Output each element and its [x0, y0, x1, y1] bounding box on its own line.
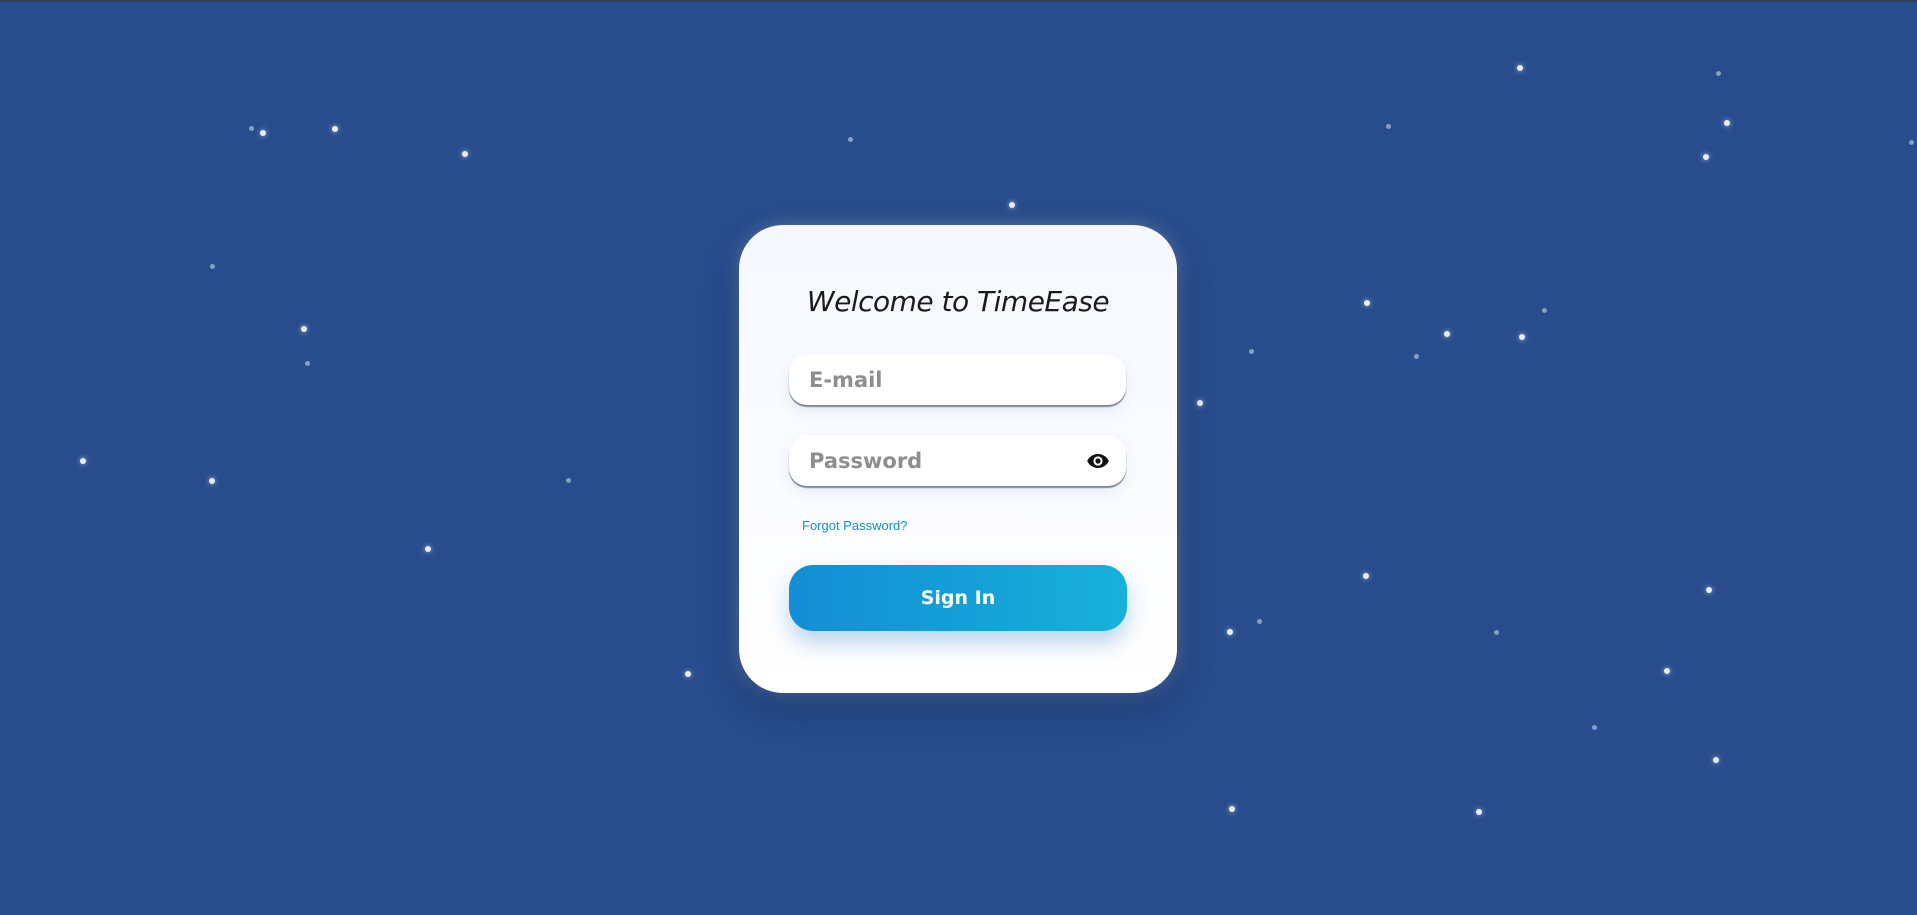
star: [260, 130, 266, 136]
star: [332, 126, 338, 132]
star: [1227, 629, 1233, 635]
star: [1494, 630, 1499, 635]
star: [1229, 806, 1235, 812]
star: [1386, 124, 1391, 129]
star: [1703, 154, 1709, 160]
star: [1414, 354, 1419, 359]
password-input[interactable]: [789, 436, 1126, 486]
star: [1363, 573, 1369, 579]
star: [1364, 300, 1370, 306]
email-field-container: [789, 355, 1126, 405]
star: [1713, 757, 1719, 763]
sign-in-button[interactable]: Sign In: [789, 565, 1127, 631]
star: [685, 671, 691, 677]
welcome-title: Welcome to TimeEase: [806, 285, 1110, 318]
forgot-password-link[interactable]: Forgot Password?: [802, 518, 908, 533]
eye-icon[interactable]: [1086, 449, 1110, 473]
star: [1476, 809, 1482, 815]
star: [1592, 725, 1597, 730]
star: [305, 361, 310, 366]
star: [1542, 308, 1547, 313]
star: [1706, 587, 1712, 593]
star: [249, 126, 254, 131]
star: [1519, 334, 1525, 340]
star: [1517, 65, 1523, 71]
star: [1716, 71, 1721, 76]
star: [209, 478, 215, 484]
star: [1197, 400, 1203, 406]
star: [80, 458, 86, 464]
email-input[interactable]: [789, 355, 1126, 405]
star: [1257, 619, 1262, 624]
star: [1724, 120, 1730, 126]
star: [566, 478, 571, 483]
star: [848, 137, 853, 142]
star: [1009, 202, 1015, 208]
star: [425, 546, 431, 552]
star: [1249, 349, 1254, 354]
star: [1664, 668, 1670, 674]
star: [301, 326, 307, 332]
star: [1444, 331, 1450, 337]
star: [1909, 140, 1914, 145]
password-field-container: [789, 436, 1126, 486]
star: [210, 264, 215, 269]
star: [462, 151, 468, 157]
